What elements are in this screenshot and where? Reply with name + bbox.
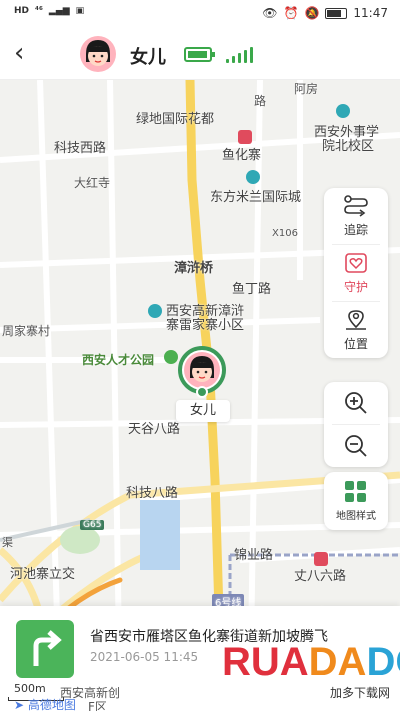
- poi-icon: [246, 170, 260, 184]
- map-label: 大红寺: [74, 176, 111, 190]
- guard-label: 守护: [343, 279, 368, 294]
- map-label: 院北校区: [322, 139, 375, 154]
- map-label: 鱼丁路: [232, 282, 272, 297]
- map-label: 周家寨村: [2, 324, 51, 338]
- signal-icon: [226, 45, 253, 63]
- clock: 11:47: [353, 6, 388, 20]
- zoom-in-button[interactable]: [324, 382, 388, 424]
- location-button[interactable]: 位置: [324, 302, 388, 358]
- location-label: 位置: [343, 336, 368, 351]
- map-label: 路: [254, 94, 267, 108]
- map-label: 寨雷家寨小区: [166, 318, 245, 333]
- map-label: 西安人才公园: [82, 353, 155, 367]
- poi-icon: [336, 104, 350, 118]
- header: ‹ 女儿: [0, 28, 400, 80]
- turn-direction-button[interactable]: [16, 620, 74, 678]
- map-label: F区: [88, 700, 107, 711]
- poi-icon: [148, 304, 162, 318]
- status-bar: HD ⁴⁶ ▂▄▆ ▣ 👁 ⏰ 🔕 11:47: [0, 0, 400, 28]
- map-label: 天谷八路: [128, 422, 181, 437]
- map-style-label: 地图样式: [336, 511, 376, 522]
- timestamp: 2021-06-05 11:45: [90, 650, 199, 664]
- hd-icon: HD: [14, 6, 30, 16]
- watermark-logo: RUADADO 加多下载网: [222, 640, 400, 700]
- pin-dot-icon: [196, 386, 208, 398]
- zoom-panel: [324, 382, 388, 467]
- track-label: 追踪: [343, 222, 368, 237]
- guard-button[interactable]: 守护: [324, 245, 388, 301]
- metro-icon: [314, 552, 328, 566]
- map-label: 阿房: [294, 82, 319, 96]
- action-panel: 追踪 守护 位置: [324, 188, 388, 358]
- page-title: 女儿: [130, 47, 166, 68]
- girl-avatar-icon: [86, 40, 110, 66]
- zoom-in-icon: [345, 392, 367, 414]
- battery-icon: [184, 47, 215, 62]
- heart-shield-icon: [345, 252, 367, 273]
- zoom-out-icon: [345, 435, 367, 457]
- highway-shield: G65: [80, 520, 105, 530]
- map-label: 丈八六路: [294, 569, 347, 584]
- app-icon: ▣: [75, 6, 85, 16]
- map-style-button[interactable]: 地图样式: [324, 472, 388, 530]
- track-button[interactable]: 追踪: [324, 188, 388, 244]
- avatar[interactable]: [80, 36, 116, 72]
- grid-icon: [345, 481, 366, 502]
- map-label: 科技西路: [54, 141, 107, 156]
- map-pin-icon: [346, 309, 366, 330]
- map-label: 绿地国际花都: [136, 112, 215, 127]
- watermark-sub: 加多下载网: [330, 686, 391, 700]
- map-label: 漳浒桥: [174, 261, 214, 276]
- map-label: 锦业路: [234, 548, 274, 563]
- map-label: 渠: [2, 536, 13, 549]
- map-style-panel: 地图样式: [324, 472, 388, 530]
- mute-icon: 🔕: [304, 6, 320, 20]
- back-button[interactable]: ‹: [14, 40, 38, 68]
- alarm-icon: ⏰: [283, 6, 299, 20]
- zoom-out-button[interactable]: [324, 425, 388, 467]
- pin-label: 女儿: [176, 400, 230, 422]
- map-label: X106: [272, 228, 298, 239]
- scale-label: 500m: [14, 682, 46, 695]
- app-screen: HD ⁴⁶ ▂▄▆ ▣ 👁 ⏰ 🔕 11:47 ‹ 女儿 绿地国际花都 科技西路…: [0, 0, 400, 711]
- 4g-icon: ⁴⁶: [35, 6, 43, 16]
- poi-icon: [238, 130, 252, 144]
- map-label: 科技八路: [126, 486, 179, 501]
- route-icon: [344, 194, 368, 217]
- turn-arrow-icon: [33, 630, 62, 666]
- map-label: 鱼化寨: [222, 148, 262, 163]
- eye-icon: 👁: [262, 6, 278, 20]
- battery-icon: [325, 7, 348, 19]
- map-label: 东方米兰国际城: [210, 190, 302, 205]
- girl-avatar-icon: [190, 356, 214, 382]
- park-icon: [164, 350, 178, 364]
- map-label: 河池寨立交: [10, 567, 76, 582]
- signal-icon: ▂▄▆: [48, 6, 70, 16]
